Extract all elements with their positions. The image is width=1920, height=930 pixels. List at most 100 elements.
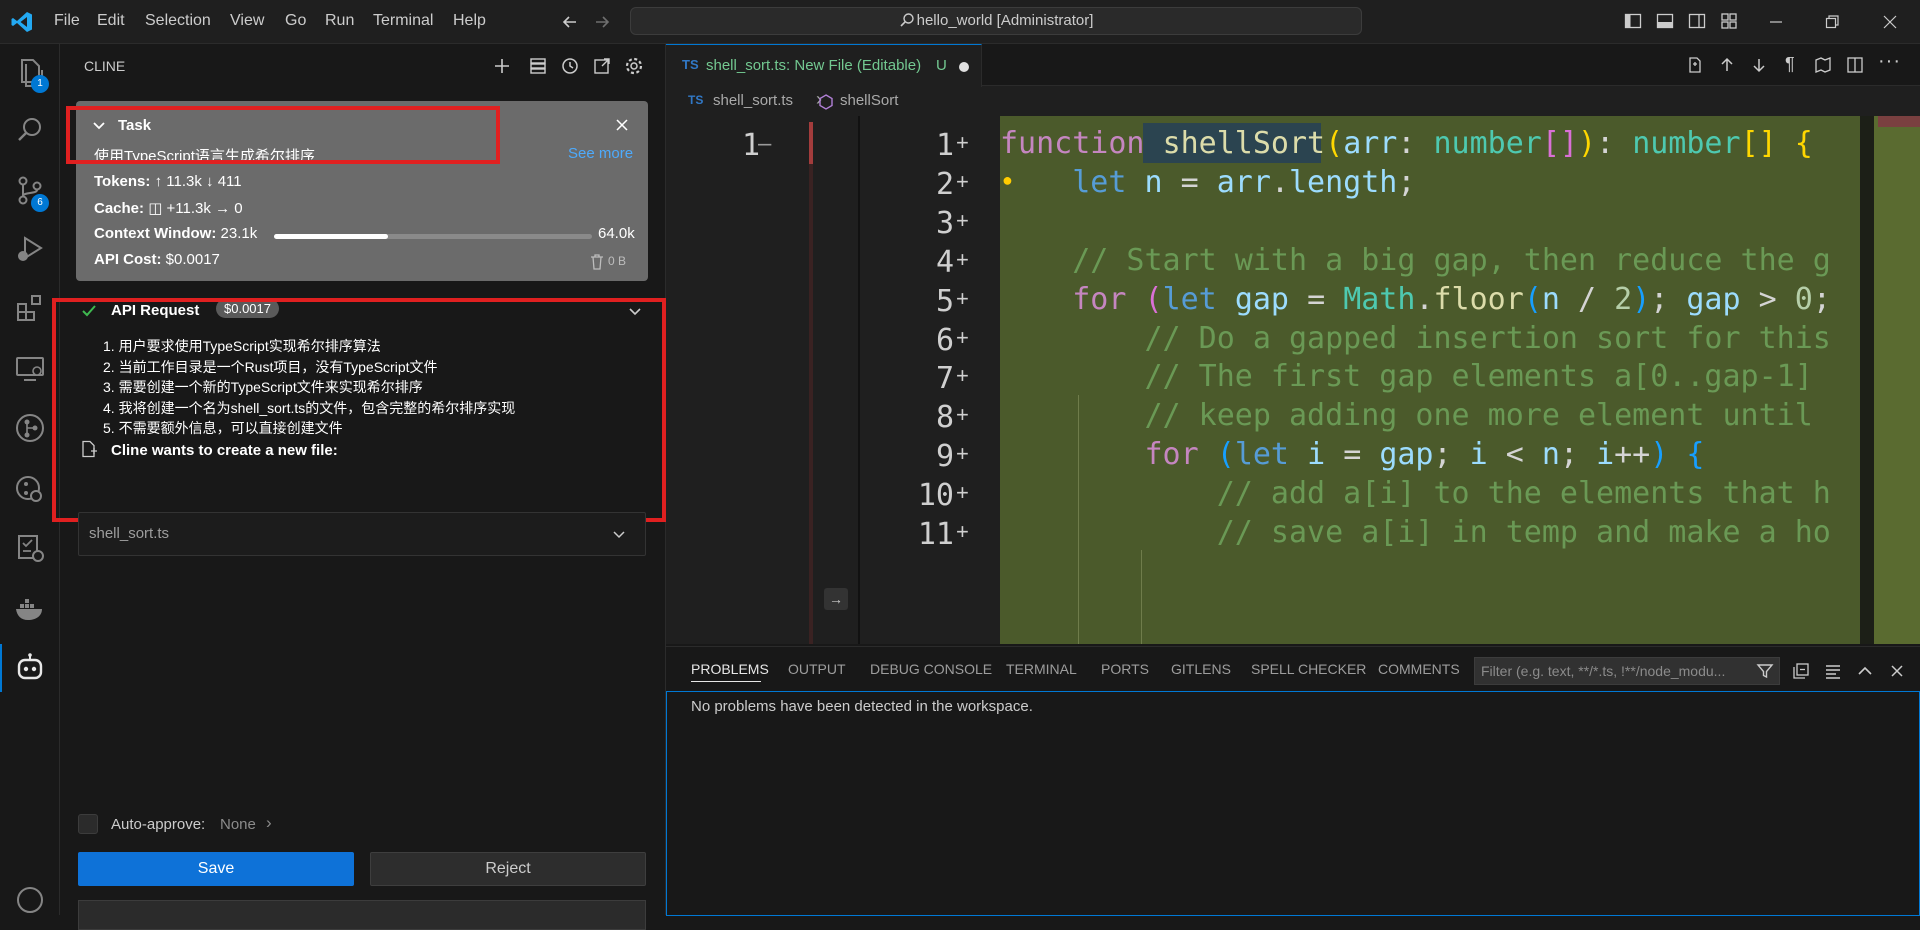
menu-terminal[interactable]: Terminal <box>373 12 433 30</box>
mcp-servers-icon[interactable] <box>528 56 548 76</box>
panel-tab-comments[interactable]: COMMENTS <box>1378 661 1460 677</box>
sidebar-title: CLINE <box>84 58 126 74</box>
auto-approve-value[interactable]: None <box>220 816 256 833</box>
code-line[interactable]: 8 + // keep adding one more element until <box>860 398 1920 437</box>
docker-icon[interactable] <box>12 590 48 626</box>
code-line[interactable]: 9 + for (let i = gap; i < n; i++) { <box>860 437 1920 476</box>
panel-tab-spell-checker[interactable]: SPELL CHECKER <box>1251 661 1366 677</box>
menu-view[interactable]: View <box>230 12 264 30</box>
scrollbar-thumb[interactable] <box>1878 116 1920 127</box>
close-window-icon[interactable] <box>1882 14 1898 30</box>
editor-tab-shell-sort[interactable]: TS shell_sort.ts: New File (Editable) U <box>666 44 982 87</box>
menu-help[interactable]: Help <box>453 12 486 30</box>
toggle-panel-icon[interactable] <box>1656 12 1674 30</box>
maximize-panel-icon[interactable] <box>1856 662 1874 680</box>
cline-robot-icon[interactable] <box>12 650 48 686</box>
account-icon[interactable] <box>12 882 48 918</box>
vscode-logo-icon[interactable] <box>10 10 34 34</box>
restore-icon[interactable] <box>1824 14 1840 30</box>
command-center[interactable]: hello_world [Administrator] <box>630 7 1362 35</box>
menu-selection[interactable]: Selection <box>145 12 211 30</box>
menu-file[interactable]: File <box>54 12 80 30</box>
code-line[interactable]: 11 + // save a[i] in temp and make a ho <box>860 515 1920 554</box>
menu-run[interactable]: Run <box>325 12 354 30</box>
auto-approve-checkbox[interactable] <box>78 814 98 834</box>
gitlens-inspect-icon[interactable] <box>12 470 48 506</box>
code-line[interactable]: 5 + for (let gap = Math.floor(n / 2); gap… <box>860 282 1920 321</box>
indent-guide <box>1141 550 1142 644</box>
open-preview-icon[interactable] <box>1814 56 1832 74</box>
pilcrow-icon[interactable]: ¶ <box>1785 54 1795 75</box>
toggle-primary-sidebar-icon[interactable] <box>1624 12 1642 30</box>
tab-label: shell_sort.ts: New File (Editable) <box>706 57 922 74</box>
more-actions-icon[interactable]: ··· <box>1878 50 1901 73</box>
next-change-icon[interactable] <box>1750 56 1768 74</box>
back-arrow-icon[interactable] <box>560 12 580 32</box>
highlight-box-api-request <box>52 298 666 522</box>
panel-tab-output[interactable]: OUTPUT <box>788 661 846 677</box>
editor-scrollbar[interactable] <box>1860 116 1874 644</box>
added-line-plus-icon: + <box>956 246 969 272</box>
remote-explorer-icon[interactable] <box>12 350 48 386</box>
code-line[interactable]: 2 + let n = arr.length; <box>860 165 1920 204</box>
save-button[interactable]: Save <box>78 852 354 886</box>
trash-icon[interactable] <box>590 254 604 270</box>
file-dropdown-value: shell_sort.ts <box>89 525 170 542</box>
previous-change-icon[interactable] <box>1718 56 1736 74</box>
close-task-icon[interactable] <box>614 117 630 133</box>
cache-label: Cache: <box>94 200 145 217</box>
forward-arrow-icon[interactable] <box>592 12 612 32</box>
minimize-icon[interactable] <box>1768 14 1784 30</box>
problems-filter-input[interactable]: Filter (e.g. text, **/*.ts, !**/node_mod… <box>1474 657 1780 685</box>
context-progress-bar <box>274 234 592 239</box>
file-dropdown[interactable]: shell_sort.ts <box>78 512 646 556</box>
new-task-icon[interactable] <box>492 56 512 76</box>
code-line[interactable]: 6 + // Do a gapped insertion sort for thi… <box>860 321 1920 360</box>
typescript-file-icon: TS <box>682 57 699 72</box>
collapse-all-icon[interactable] <box>1792 662 1810 680</box>
breadcrumb-symbol[interactable]: shellSort <box>840 92 898 109</box>
menu-go[interactable]: Go <box>285 12 306 30</box>
split-editor-icon[interactable] <box>1846 56 1864 74</box>
history-icon[interactable] <box>560 56 580 76</box>
chat-input[interactable] <box>78 900 646 930</box>
code-line[interactable]: 10 + // add a[i] to the elements that h <box>860 476 1920 515</box>
see-more-link[interactable]: See more <box>568 145 633 162</box>
cache-read: 0 <box>234 200 243 217</box>
testing-icon[interactable] <box>12 530 48 566</box>
open-changes-icon[interactable] <box>1686 56 1704 74</box>
chevron-down-icon <box>613 531 625 539</box>
panel-tab-gitlens[interactable]: GITLENS <box>1171 661 1231 677</box>
reject-button[interactable]: Reject <box>370 852 646 886</box>
added-line-plus-icon: + <box>956 441 969 467</box>
search-sidebar-icon[interactable] <box>12 112 48 148</box>
panel-tab-terminal[interactable]: TERMINAL <box>1006 661 1077 677</box>
breadcrumb-file[interactable]: shell_sort.ts <box>713 92 793 109</box>
gitlens-icon[interactable] <box>12 410 48 446</box>
removed-line-marker <box>809 122 813 164</box>
run-debug-icon[interactable] <box>12 230 48 266</box>
unsaved-dot-icon[interactable] <box>959 62 969 72</box>
code-line[interactable]: 3 + <box>860 204 1920 243</box>
panel-tab-ports[interactable]: PORTS <box>1101 661 1149 677</box>
menu-edit[interactable]: Edit <box>97 12 125 30</box>
lightbulb-icon[interactable]: ● <box>1002 170 1013 191</box>
customize-layout-icon[interactable] <box>1720 12 1738 30</box>
code-line[interactable]: 4 + // Start with a big gap, then reduce … <box>860 243 1920 282</box>
code-line[interactable]: 7 + // The first gap elements a[0..gap-1] <box>860 359 1920 398</box>
popout-icon[interactable] <box>592 56 612 76</box>
panel-tab-problems[interactable]: PROBLEMS <box>691 661 769 677</box>
filter-icon[interactable] <box>1756 662 1774 680</box>
line-number: 5 <box>935 283 954 319</box>
revert-change-button[interactable]: → <box>824 588 848 610</box>
extensions-icon[interactable] <box>12 290 48 326</box>
context-progress-fill <box>274 234 389 239</box>
panel-tab-debug-console[interactable]: DEBUG CONSOLE <box>870 661 992 677</box>
chevron-right-icon[interactable]: › <box>266 813 272 833</box>
view-as-list-icon[interactable] <box>1824 662 1842 680</box>
toggle-secondary-sidebar-icon[interactable] <box>1688 12 1706 30</box>
code-line[interactable]: 1 + function shellSort(arr: number[]): num… <box>860 126 1920 165</box>
close-panel-icon[interactable] <box>1888 662 1906 680</box>
settings-gear-icon[interactable] <box>624 56 644 76</box>
storage-size: 0 B <box>608 254 627 268</box>
